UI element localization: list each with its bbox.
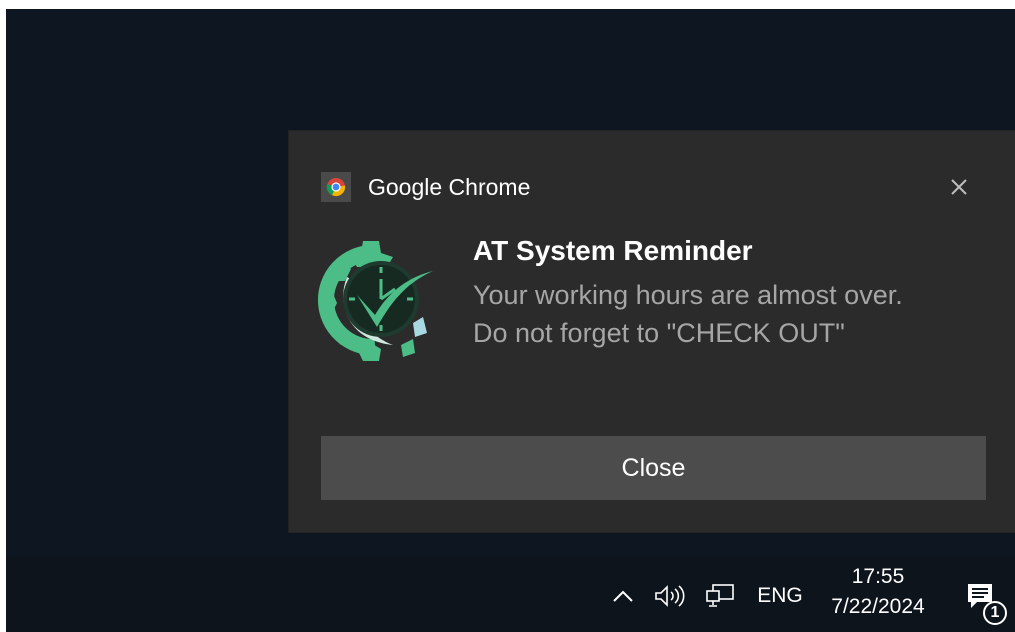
taskbar-clock[interactable]: 17:55 7/22/2024	[824, 562, 932, 622]
notification-toast[interactable]: Google Chrome AT System Reminder Your wo…	[289, 131, 1015, 532]
notification-body-line: Do not forget to "CHECK OUT"	[473, 318, 845, 348]
language-indicator[interactable]: ENG	[750, 580, 810, 612]
chevron-up-icon[interactable]	[609, 582, 637, 610]
clock-time: 17:55	[851, 565, 905, 588]
notification-body-line: Your working hours are almost over.	[473, 280, 903, 310]
notification-header: Google Chrome	[321, 172, 530, 202]
close-icon[interactable]	[941, 169, 977, 205]
app-name: Google Chrome	[368, 173, 531, 200]
notification-title: AT System Reminder	[473, 235, 753, 266]
speaker-icon[interactable]	[652, 580, 688, 612]
notification-count-badge: 1	[983, 601, 1007, 625]
chrome-icon	[321, 172, 351, 202]
close-button[interactable]: Close	[321, 436, 986, 500]
notification-body: Your working hours are almost over. Do n…	[473, 276, 903, 352]
clock-date: 7/22/2024	[831, 595, 925, 618]
gear-clock-checkmark-icon	[317, 237, 435, 363]
network-icon[interactable]	[703, 580, 737, 612]
taskbar: ENG 17:55 7/22/2024 1	[6, 556, 1015, 632]
